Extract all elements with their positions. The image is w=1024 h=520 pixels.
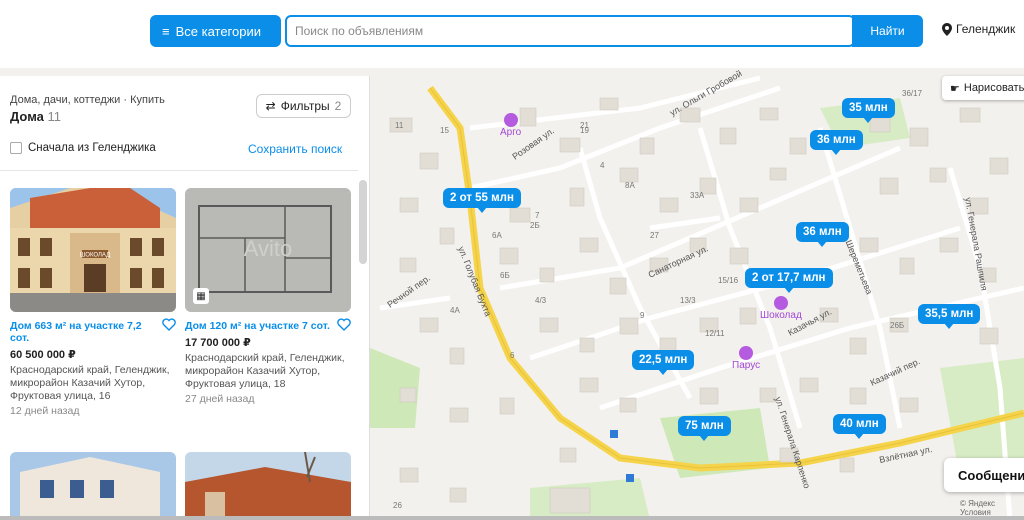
price-pin[interactable]: 35,5 млн [918,304,981,329]
all-categories-button[interactable]: ≡ Все категории [150,15,281,47]
search-button-label: Найти [870,24,905,38]
bus-stop-icon [610,430,618,438]
poi-label: Парус [732,360,761,371]
filters-label: Фильтры [280,99,330,113]
listing-price: 60 500 000 ₽ [10,349,76,361]
house-number: 4А [450,306,460,315]
bottom-bar [0,516,1024,520]
filters-count: 2 [334,99,342,113]
listing-card-partial[interactable] [10,452,176,520]
price-pin[interactable]: 36 млн [796,222,849,247]
city-label: Геленджик [956,22,1016,36]
house-number: 13/3 [680,296,696,305]
listing-address: Краснодарский край, Геленджик, микрорайо… [185,352,345,390]
gelendzhik-first-checkbox[interactable]: Сначала из Геленджика [10,142,156,154]
listing-card[interactable]: ШОКОЛАД Дом 663 м² на участке 7,2 сот. 6… [10,188,176,417]
draw-area-label: Нарисовать [963,82,1024,94]
poi-shokolad[interactable]: Шоколад [760,296,802,321]
svg-text:ШОКОЛАД: ШОКОЛАД [80,253,110,259]
listing-address: Краснодарский край, Геленджик, микрорайо… [10,364,170,402]
house-number: 12/11 [705,329,725,338]
listings-panel: Дома, дачи, коттеджи · Купить Дома 11 ⇄ … [0,76,370,520]
filters-icon: ⇄ [265,99,276,113]
draw-area-button[interactable]: ☛ Нарисовать [942,76,1024,100]
price-pin[interactable]: 40 млн [833,414,886,439]
location-pin-icon [942,22,952,36]
hotel-icon [773,296,788,310]
house-number: 36/17 [902,89,923,98]
house-number: 15 [440,126,449,135]
messages-label: Сообщения [958,467,1024,483]
price-pin[interactable]: 22,5 млн [632,350,695,375]
listing-card[interactable]: Avito ▦ Дом 120 м² на участке 7 сот. 17 … [185,188,351,405]
hand-pointer-icon: ☛ [950,82,960,95]
breadcrumb[interactable]: Дома, дачи, коттеджи · Купить [10,94,165,106]
page-title: Дома 11 [10,109,61,124]
search-input[interactable]: Поиск по объявлениям [285,15,855,47]
save-search-link[interactable]: Сохранить поиск [248,142,342,156]
house-number: 26 [393,501,402,510]
divider [0,170,358,171]
hotel-icon [503,113,518,127]
house-number: 4 [600,161,605,170]
search-button[interactable]: Найти [852,15,923,47]
house-number: 8А [625,181,635,190]
listing-date: 12 дней назад [10,405,80,417]
favorite-heart-icon[interactable] [162,318,176,331]
listing-photo[interactable]: Avito ▦ [185,188,351,312]
page-title-text: Дома [10,109,44,124]
poi-parus[interactable]: Парус [732,346,760,371]
favorite-heart-icon[interactable] [337,318,351,331]
all-categories-label: Все категории [175,23,262,39]
scrollbar[interactable] [359,180,367,264]
price-pin[interactable]: 2 от 17,7 млн [745,268,833,293]
listing-card-partial[interactable] [185,452,351,520]
search-placeholder: Поиск по объявлениям [295,24,424,38]
house-number: 11 [395,121,404,130]
price-pin[interactable]: 2 от 55 млн [443,188,521,213]
poi-label: Шоколад [760,310,802,321]
listing-photo[interactable]: ШОКОЛАД [10,188,176,312]
checkbox-box[interactable] [10,142,22,154]
house-number: 4/3 [535,296,547,305]
house-number: 7 [535,211,540,220]
city-selector[interactable]: Геленджик [942,22,1015,36]
results-count: 11 [47,109,62,124]
house-number: 26Б [890,321,904,330]
house-number: 27 [650,231,659,240]
messages-button[interactable]: Сообщения [944,458,1024,492]
photo-watermark: Avito [244,236,293,261]
poi-argo[interactable]: Арго [500,113,521,138]
price-pin[interactable]: 75 млн [678,416,731,441]
listing-price: 17 700 000 ₽ [185,337,251,349]
house-number: 6А [492,231,502,240]
filters-button[interactable]: ⇄ Фильтры 2 [256,94,351,118]
checkbox-label: Сначала из Геленджика [28,142,156,154]
listing-title[interactable]: Дом 120 м² на участке 7 сот. [185,320,335,332]
price-pin[interactable]: 35 млн [842,98,895,123]
floor-plan-icon: ▦ [193,288,209,304]
house-number: 9 [640,311,645,320]
house-number: 6Б [500,271,510,280]
house-number: 21 [580,121,589,130]
menu-search-icon: ≡ [162,23,170,39]
house-number: 33А [690,191,705,200]
listing-title[interactable]: Дом 663 м² на участке 7,2 сот. [10,320,160,344]
house-number: 2Б [530,221,540,230]
listing-date: 27 дней назад [185,393,255,405]
house-number: 15/16 [718,276,739,285]
house-number: 6 [510,351,515,360]
bus-stop-icon [626,474,634,482]
hotel-icon [739,346,754,360]
price-pin[interactable]: 36 млн [810,130,863,155]
top-bar: ≡ Все категории Поиск по объявлениям Най… [0,0,1024,66]
yandex-copyright[interactable]: © Яндекс Условия [960,499,1024,517]
poi-label: Арго [500,127,522,138]
